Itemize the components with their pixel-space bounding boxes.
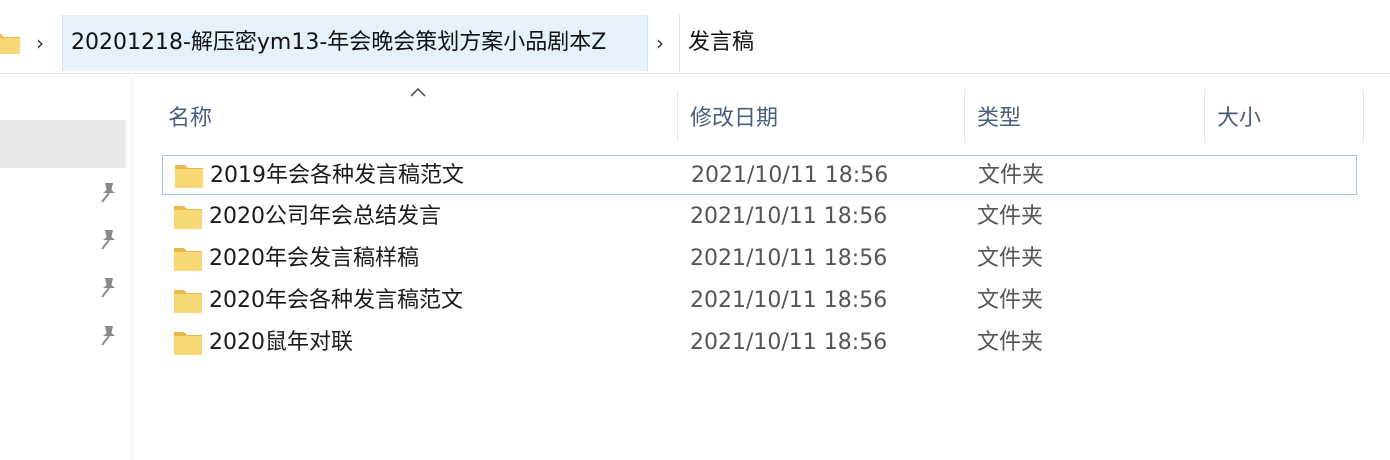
column-header-name[interactable]: [162, 75, 677, 155]
file-type: 文件夹: [978, 163, 1045, 188]
folder-icon: [174, 248, 202, 271]
pin-icon[interactable]: [96, 323, 122, 349]
column-divider[interactable]: [964, 90, 965, 142]
chevron-right-icon[interactable]: ›: [36, 31, 44, 55]
pin-icon[interactable]: [96, 227, 122, 253]
column-divider[interactable]: [1363, 90, 1364, 142]
file-row[interactable]: 2020鼠年对联 2021/10/11 18:56 文件夹: [162, 323, 1357, 363]
breadcrumb-item-current-folder[interactable]: 发言稿: [680, 15, 762, 71]
column-header-name-label[interactable]: 名称: [168, 100, 212, 132]
file-date-modified: 2021/10/11 18:56: [690, 288, 888, 313]
file-name[interactable]: 2020鼠年对联: [209, 323, 353, 363]
file-row[interactable]: 2019年会各种发言稿范文 2021/10/11 18:56 文件夹: [162, 155, 1357, 195]
nav-item-selected[interactable]: [0, 120, 126, 168]
file-type: 文件夹: [977, 204, 1044, 229]
navigation-pane[interactable]: [0, 75, 133, 460]
column-header-date-label[interactable]: 修改日期: [690, 100, 778, 132]
file-date-modified: 2021/10/11 18:56: [691, 163, 889, 188]
pin-icon[interactable]: [96, 275, 122, 301]
folder-icon: [175, 165, 203, 188]
file-row[interactable]: 2020公司年会总结发言 2021/10/11 18:56 文件夹: [162, 197, 1357, 237]
file-row[interactable]: 2020年会发言稿样稿 2021/10/11 18:56 文件夹: [162, 239, 1357, 279]
column-divider[interactable]: [677, 90, 678, 142]
chevron-right-icon[interactable]: ›: [656, 31, 664, 55]
file-name[interactable]: 2020公司年会总结发言: [209, 197, 441, 237]
file-type: 文件夹: [977, 288, 1044, 313]
folder-icon: [174, 332, 202, 355]
address-bar[interactable]: › 20201218-解压密ym13-年会晚会策划方案小品剧本Z › 发言稿: [0, 12, 1390, 74]
file-name[interactable]: 2020年会各种发言稿范文: [209, 281, 463, 321]
file-name[interactable]: 2019年会各种发言稿范文: [210, 156, 464, 196]
file-type: 文件夹: [977, 246, 1044, 271]
file-type: 文件夹: [977, 330, 1044, 355]
folder-icon: [174, 290, 202, 313]
file-name[interactable]: 2020年会发言稿样稿: [209, 239, 419, 279]
file-date-modified: 2021/10/11 18:56: [690, 204, 888, 229]
file-row[interactable]: 2020年会各种发言稿范文 2021/10/11 18:56 文件夹: [162, 281, 1357, 321]
column-header-type-label[interactable]: 类型: [977, 100, 1021, 132]
breadcrumb-item-parent-folder[interactable]: 20201218-解压密ym13-年会晚会策划方案小品剧本Z: [63, 15, 647, 71]
column-header-size-label[interactable]: 大小: [1217, 100, 1261, 132]
folder-icon[interactable]: [0, 30, 22, 56]
pin-icon[interactable]: [96, 180, 122, 206]
column-divider[interactable]: [1204, 90, 1205, 142]
folder-icon: [174, 206, 202, 229]
breadcrumb-divider: [647, 15, 648, 71]
file-date-modified: 2021/10/11 18:56: [690, 246, 888, 271]
file-date-modified: 2021/10/11 18:56: [690, 330, 888, 355]
